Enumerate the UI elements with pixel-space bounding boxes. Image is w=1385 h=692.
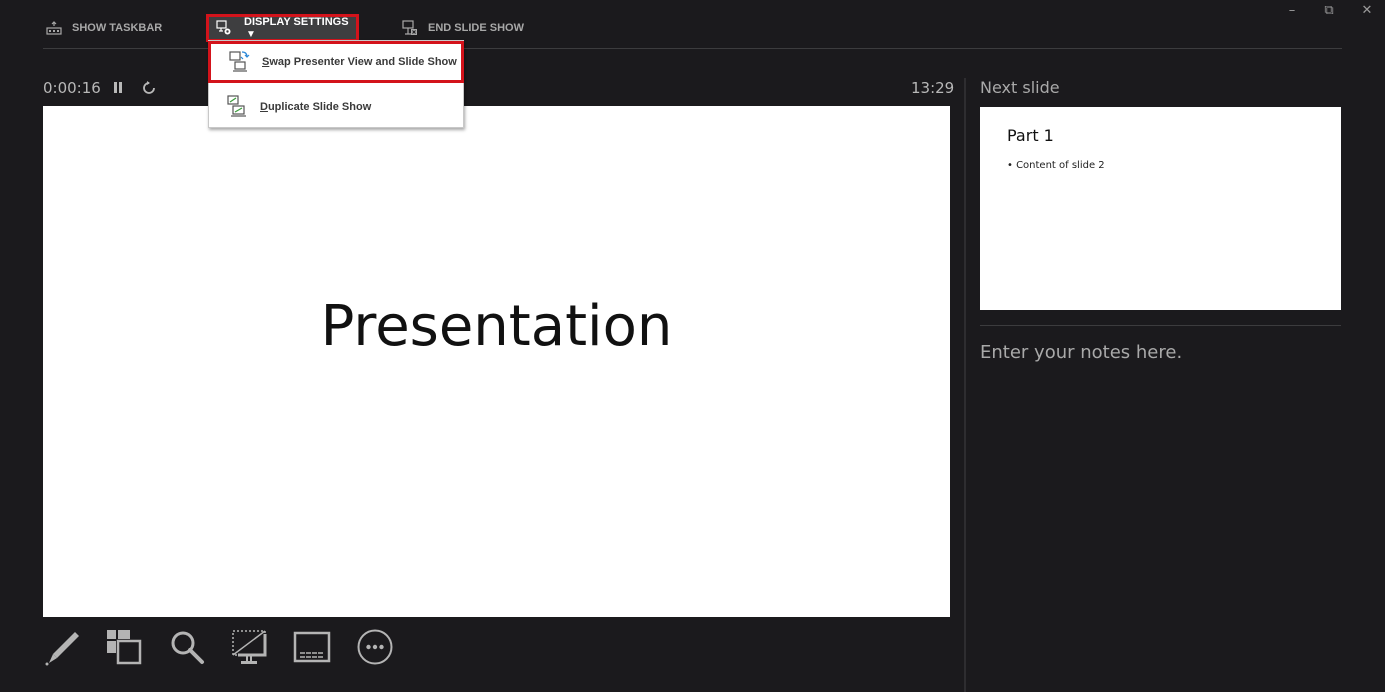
notes-divider xyxy=(980,325,1341,326)
display-settings-icon xyxy=(216,20,232,36)
end-show-icon xyxy=(402,20,418,36)
next-slide-preview[interactable]: Part 1 • Content of slide 2 xyxy=(980,107,1341,310)
black-screen-button[interactable] xyxy=(229,627,269,667)
show-taskbar-button[interactable]: SHOW TASKBAR xyxy=(46,14,162,42)
pane-splitter[interactable] xyxy=(964,78,966,692)
current-time: 13:29 xyxy=(911,79,955,97)
subtitles-icon xyxy=(293,628,331,666)
speaker-notes[interactable]: Enter your notes here. xyxy=(980,342,1182,363)
more-icon xyxy=(356,628,394,666)
end-slide-show-button[interactable]: END SLIDE SHOW xyxy=(402,14,524,42)
close-button[interactable]: ✕ xyxy=(1357,3,1377,18)
pause-icon[interactable] xyxy=(111,81,125,95)
restart-timer-icon[interactable] xyxy=(141,80,157,96)
menu-item-swap-presenter-view[interactable]: Swap Presenter View and Slide Show xyxy=(208,41,464,83)
display-settings-menu: Swap Presenter View and Slide Show Dupli… xyxy=(208,40,464,128)
menu-item-duplicate-slide-show[interactable]: Duplicate Slide Show xyxy=(209,86,465,128)
next-slide-title: Part 1 xyxy=(1007,126,1054,145)
menu-item-label: Swap Presenter View and Slide Show xyxy=(262,56,457,68)
duplicate-monitors-icon xyxy=(226,94,250,121)
slide-title: Presentation xyxy=(320,294,673,359)
magnifier-icon xyxy=(168,628,206,666)
slide-grid-icon xyxy=(105,628,143,666)
pen-icon xyxy=(43,628,81,666)
display-settings-button[interactable]: DISPLAY SETTINGS ▼ xyxy=(206,14,359,42)
elapsed-timer: 0:00:16 xyxy=(43,79,101,97)
show-taskbar-label: SHOW TASKBAR xyxy=(72,22,163,34)
minimize-button[interactable]: – xyxy=(1282,3,1302,18)
see-all-slides-button[interactable] xyxy=(104,627,144,667)
next-slide-bullet: • Content of slide 2 xyxy=(1007,160,1105,171)
blackout-monitor-icon xyxy=(230,628,268,666)
chevron-down-icon: ▼ xyxy=(246,29,256,40)
pen-tool-button[interactable] xyxy=(42,627,82,667)
end-slide-show-label: END SLIDE SHOW xyxy=(428,22,524,34)
display-settings-label: DISPLAY SETTINGS xyxy=(244,16,349,28)
menu-item-label: Duplicate Slide Show xyxy=(260,101,372,113)
more-options-button[interactable] xyxy=(355,627,395,667)
restore-button[interactable]: ⧉ xyxy=(1319,3,1339,18)
next-slide-label: Next slide xyxy=(980,78,1060,97)
current-slide[interactable]: Presentation xyxy=(43,106,950,617)
subtitles-button[interactable] xyxy=(292,627,332,667)
swap-monitors-icon xyxy=(228,49,252,76)
taskbar-icon xyxy=(46,21,62,35)
zoom-into-slide-button[interactable] xyxy=(167,627,207,667)
